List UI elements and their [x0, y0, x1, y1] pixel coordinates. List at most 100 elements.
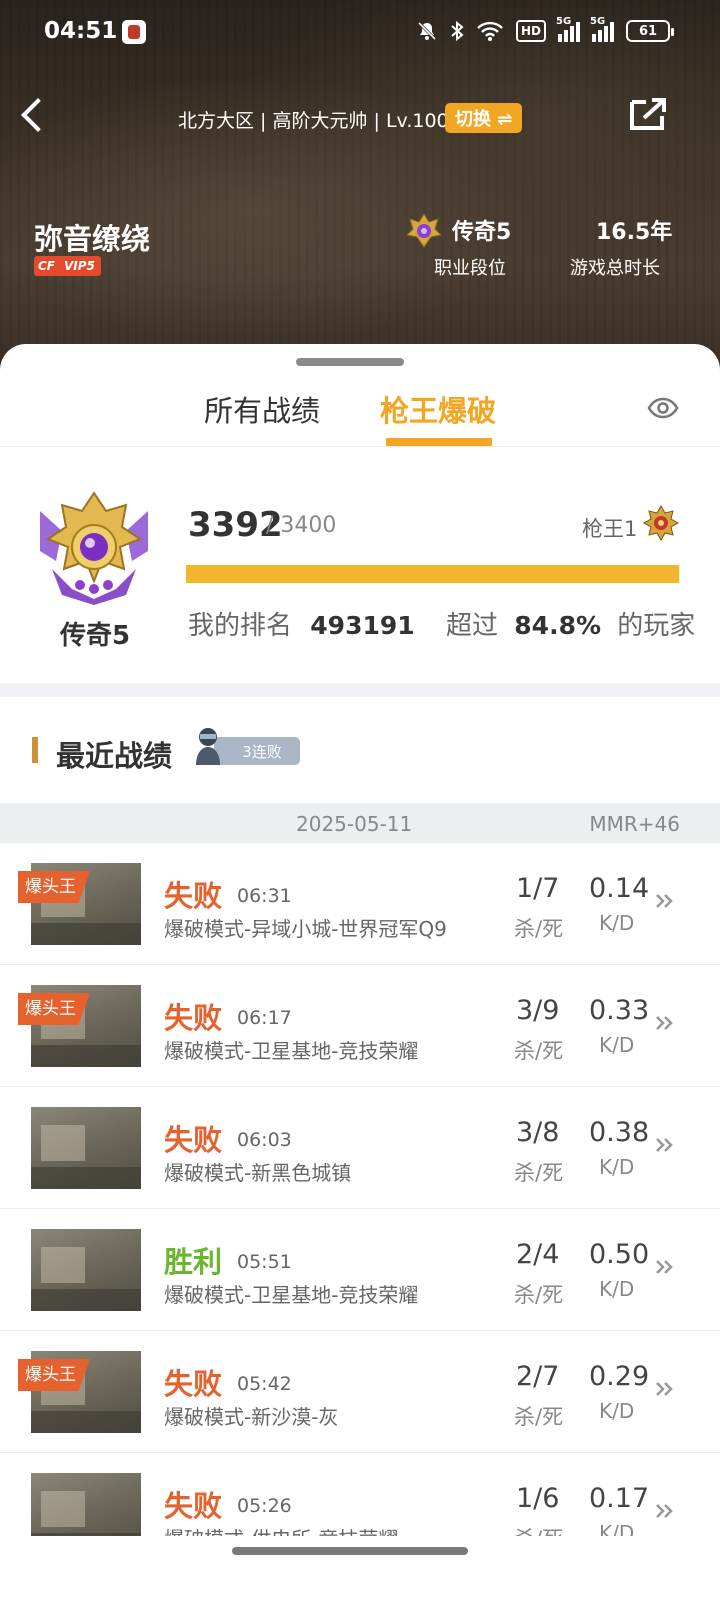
match-result: 失败 [164, 879, 223, 913]
match-time: 05:51 [237, 1251, 292, 1273]
kd-ratio: 0.38 [589, 1117, 650, 1148]
kills-deaths-label: 杀/死 [514, 1283, 564, 1307]
kills-deaths: 2/7 [516, 1361, 560, 1392]
stats-sheet: 所有战绩 枪王爆破 传奇5 3392 / 3400 枪王1 我的排名 49319… [0, 344, 720, 1612]
exceed-suffix: 的玩家 [617, 611, 696, 641]
status-time: 04:51 [44, 18, 118, 44]
kd-ratio-label: K/D [599, 1399, 635, 1423]
share-icon[interactable] [628, 96, 670, 132]
status-bar: 04:51 HD 5G 5G 61 [0, 0, 720, 64]
match-time: 05:26 [237, 1495, 292, 1517]
app-notification-icon [122, 20, 146, 44]
tab-all-records[interactable]: 所有战绩 [204, 388, 320, 430]
home-indicator[interactable] [232, 1547, 468, 1555]
match-result: 失败 [164, 1001, 223, 1035]
legend-rank-medal-icon [32, 489, 156, 609]
chevron-right-icon [654, 889, 676, 913]
match-row[interactable]: 失败 06:03 爆破模式-新黑色城镇 3/8 杀/死 0.38 K/D [0, 1087, 720, 1209]
kills-deaths-label: 杀/死 [514, 1039, 564, 1063]
section-separator [0, 683, 720, 697]
server-info: 北方大区 | 高阶大元帅 | Lv.100 [178, 110, 449, 132]
kills-deaths: 1/7 [516, 873, 560, 904]
headshot-king-tag: 爆头王 [18, 1359, 90, 1391]
signal-icon: 5G [556, 16, 580, 42]
match-result: 失败 [164, 1489, 223, 1523]
my-rank: 我的排名 493191 [188, 605, 415, 642]
my-rank-label: 我的排名 [188, 611, 293, 641]
match-date: 2025-05-11 [296, 812, 413, 836]
profile-header: 04:51 HD 5G 5G 61 北方大区 | 高阶大元帅 | Lv.100 … [0, 0, 720, 380]
hd-icon: HD [515, 20, 546, 42]
chevron-right-icon [654, 1377, 676, 1401]
chevron-right-icon [654, 1499, 676, 1523]
kd-ratio: 0.17 [589, 1483, 650, 1514]
map-thumbnail [31, 1107, 141, 1189]
rank-score-max: / 3400 [266, 513, 337, 538]
battery-icon: 61 [626, 20, 674, 42]
headshot-king-tag: 爆头王 [18, 993, 90, 1025]
eye-icon[interactable] [647, 396, 679, 420]
losing-streak-badge: 3连败 [214, 737, 300, 765]
kd-ratio-label: K/D [599, 911, 635, 935]
tab-ranked-demolition[interactable]: 枪王爆破 [380, 388, 496, 430]
player-name: 弥音缭绕 [34, 222, 151, 256]
rank-panel: 传奇5 3392 / 3400 枪王1 我的排名 493191 超过 84.8%… [0, 447, 720, 683]
back-arrow-icon[interactable] [18, 96, 58, 136]
match-row[interactable]: 爆头王 失败 06:31 爆破模式-异域小城-世界冠军Q9 1/7 杀/死 0.… [0, 843, 720, 965]
my-rank-value: 493191 [310, 611, 415, 640]
match-time: 06:03 [237, 1129, 292, 1151]
mute-bell-icon [416, 18, 438, 44]
kd-ratio-label: K/D [599, 1155, 635, 1179]
kills-deaths: 2/4 [516, 1239, 560, 1270]
kills-deaths: 1/6 [516, 1483, 560, 1514]
match-mode: 爆破模式-新黑色城镇 [164, 1161, 352, 1185]
play-years: 16.5年 [596, 220, 673, 245]
match-time: 06:17 [237, 1007, 292, 1029]
switch-button[interactable]: 切换 ⇌ [445, 103, 523, 133]
match-list: 爆头王 失败 06:31 爆破模式-异域小城-世界冠军Q9 1/7 杀/死 0.… [0, 843, 720, 1575]
network-type-2: 5G [590, 16, 606, 27]
kd-ratio-label: K/D [599, 1033, 635, 1057]
rank-medal-icon [404, 212, 444, 250]
match-time: 05:42 [237, 1373, 292, 1395]
match-row[interactable]: 爆头王 失败 05:42 爆破模式-新沙漠-灰 2/7 杀/死 0.29 K/D [0, 1331, 720, 1453]
kills-deaths: 3/8 [516, 1117, 560, 1148]
match-mode: 爆破模式-卫星基地-竞技荣耀 [164, 1039, 419, 1063]
date-header: 2025-05-11 MMR+46 [0, 803, 720, 843]
kd-ratio: 0.29 [589, 1361, 650, 1392]
kills-deaths-label: 杀/死 [514, 917, 564, 941]
kd-ratio: 0.33 [589, 995, 650, 1026]
kd-ratio: 0.14 [589, 873, 650, 904]
next-rank-medal-icon [642, 504, 680, 542]
exceed-players: 超过 84.8% 的玩家 [446, 605, 695, 642]
bluetooth-icon [450, 18, 464, 44]
play-years-label: 游戏总时长 [570, 258, 660, 279]
vip-badge: VIP5 [34, 256, 101, 276]
kd-ratio: 0.50 [589, 1239, 650, 1270]
chevron-right-icon [654, 1133, 676, 1157]
chevron-right-icon [654, 1255, 676, 1279]
network-type-1: 5G [556, 16, 572, 27]
match-mode: 爆破模式-卫星基地-竞技荣耀 [164, 1283, 419, 1307]
recent-records-header: 最近战绩 3连败 [0, 697, 720, 803]
section-accent-bar [32, 737, 38, 763]
sheet-grabber[interactable] [296, 358, 404, 366]
match-mode: 爆破模式-新沙漠-灰 [164, 1405, 339, 1429]
kills-deaths-label: 杀/死 [514, 1161, 564, 1185]
rank-progress-bar [186, 565, 680, 583]
match-result: 失败 [164, 1367, 223, 1401]
active-tab-indicator [386, 438, 492, 446]
exceed-label: 超过 [446, 611, 499, 641]
match-row[interactable]: 胜利 05:51 爆破模式-卫星基地-竞技荣耀 2/4 杀/死 0.50 K/D [0, 1209, 720, 1331]
match-mode: 爆破模式-异域小城-世界冠军Q9 [164, 917, 447, 941]
next-rank-name: 枪王1 [582, 517, 638, 541]
signal-icon-2: 5G [590, 16, 614, 42]
match-result: 失败 [164, 1123, 223, 1157]
wifi-icon [476, 18, 504, 44]
match-row[interactable]: 爆头王 失败 06:17 爆破模式-卫星基地-竞技荣耀 3/9 杀/死 0.33… [0, 965, 720, 1087]
status-icons: HD 5G 5G 61 [416, 16, 674, 44]
map-thumbnail [31, 1229, 141, 1311]
kills-deaths: 3/9 [516, 995, 560, 1026]
headshot-king-tag: 爆头王 [18, 871, 90, 903]
streak-character-icon [190, 725, 226, 767]
